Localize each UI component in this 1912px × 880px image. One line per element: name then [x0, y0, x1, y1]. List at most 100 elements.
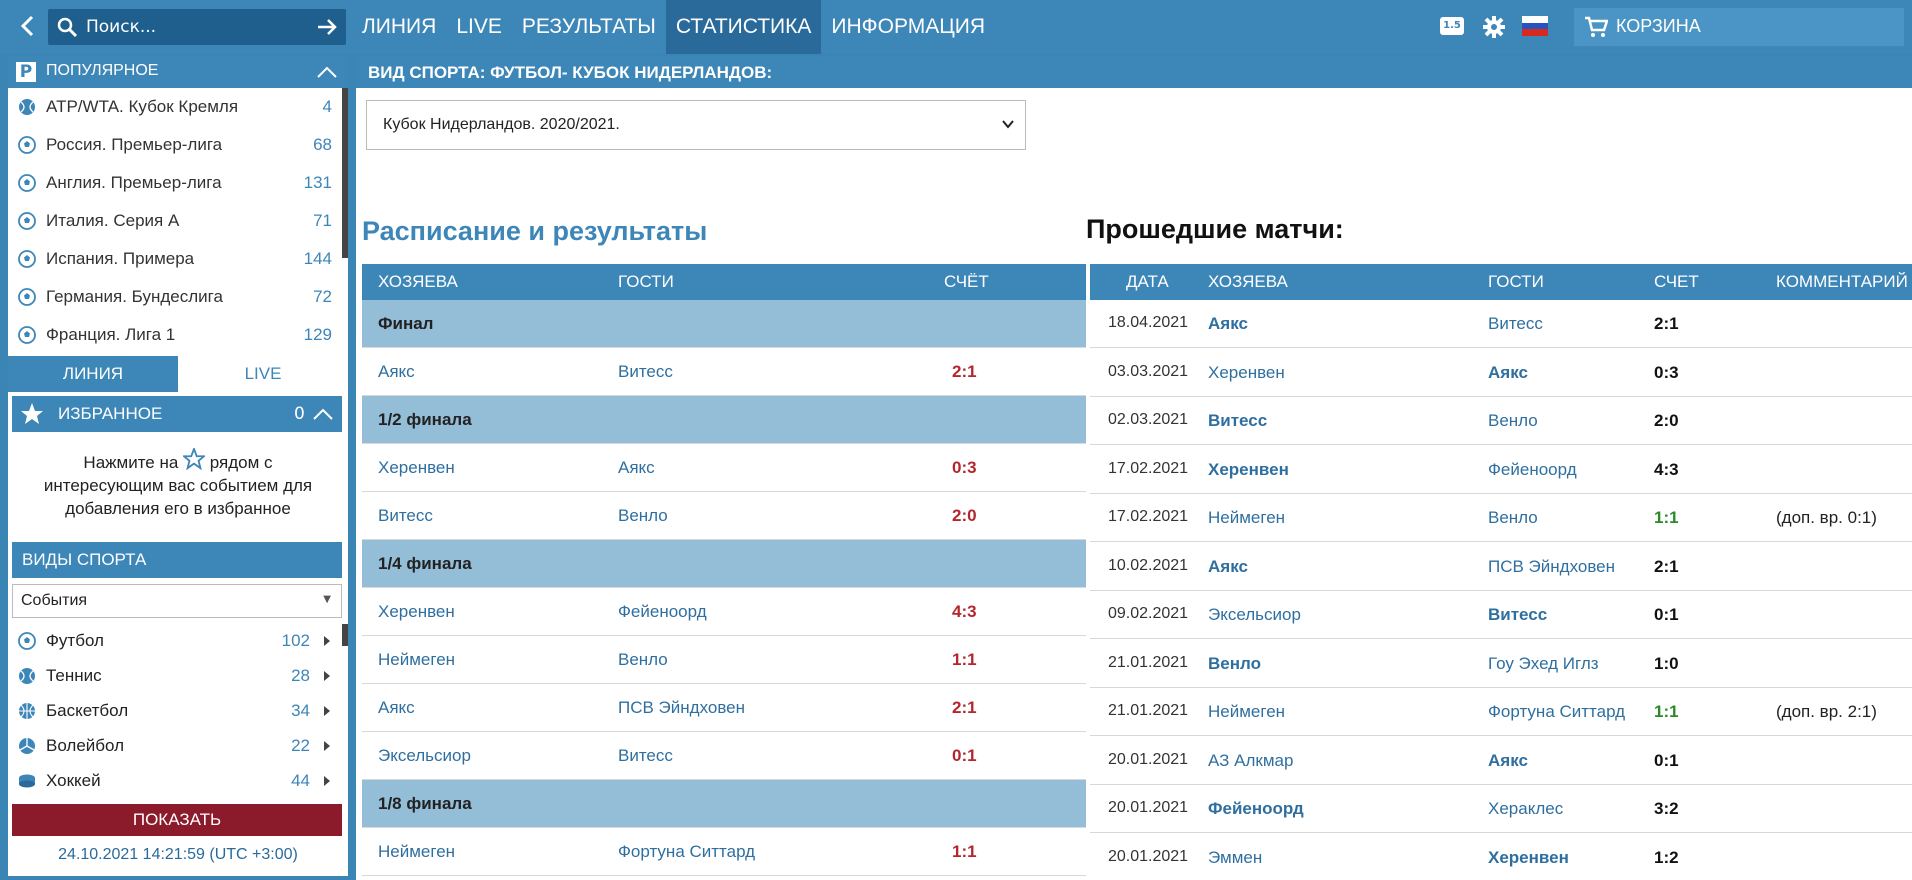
season-select[interactable]: Кубок Нидерландов. 2020/2021.: [366, 100, 1026, 150]
home-team[interactable]: Неймеген: [378, 650, 455, 670]
sport-item[interactable]: Теннис 28: [8, 659, 342, 693]
table-row[interactable]: 17.02.2021 Херенвен Фейеноорд 4:3: [1090, 446, 1912, 494]
away-team[interactable]: Витесс: [1488, 605, 1547, 625]
events-select[interactable]: События ▼: [12, 584, 342, 618]
popular-item[interactable]: Германия. Бундеслига 72: [8, 278, 342, 316]
russia-flag-icon[interactable]: [1522, 16, 1548, 36]
popular-header[interactable]: P ПОПУЛЯРНОЕ: [8, 56, 348, 88]
home-team[interactable]: Херенвен: [1208, 363, 1285, 383]
home-team[interactable]: Херенвен: [378, 458, 455, 478]
popular-item[interactable]: ATP/WTA. Кубок Кремля 4: [8, 88, 342, 126]
chevron-up-icon[interactable]: [312, 406, 334, 422]
table-row[interactable]: 21.01.2021 Венло Гоу Эхед Иглз 1:0: [1090, 640, 1912, 688]
home-team[interactable]: Херенвен: [378, 602, 455, 622]
home-team[interactable]: Витесс: [378, 506, 433, 526]
table-row[interactable]: 02.03.2021 Витесс Венло 2:0: [1090, 397, 1912, 445]
cart-button[interactable]: КОРЗИНА: [1574, 8, 1904, 46]
away-team[interactable]: ПСВ Эйндховен: [618, 698, 745, 718]
search-input[interactable]: Поиск...: [48, 9, 346, 45]
away-team[interactable]: Хераклес: [1488, 799, 1563, 819]
caret-right-icon: [324, 706, 330, 716]
home-team[interactable]: Неймеген: [1208, 702, 1285, 722]
away-team[interactable]: Венло: [1488, 508, 1538, 528]
show-button[interactable]: ПОКАЗАТЬ: [12, 804, 342, 836]
away-team[interactable]: Херенвен: [1488, 848, 1569, 868]
table-row[interactable]: Эксельсиор Витесс 0:1: [362, 732, 1086, 780]
dropdown-arrow-icon: ▼: [323, 594, 331, 605]
away-team[interactable]: Гоу Эхед Иглз: [1488, 654, 1599, 674]
sport-item[interactable]: Футбол 102: [8, 624, 342, 658]
home-team[interactable]: Фейеноорд: [1208, 799, 1304, 819]
popular-item[interactable]: Франция. Лига 1 129: [8, 316, 342, 354]
table-row[interactable]: Витесс Венло 2:0: [362, 492, 1086, 540]
home-team[interactable]: Аякс: [1208, 314, 1248, 334]
table-row[interactable]: Неймеген Венло 1:1: [362, 636, 1086, 684]
popular-item-name: Россия. Премьер-лига: [46, 135, 223, 154]
table-row[interactable]: Аякс Витесс 2:1: [362, 348, 1086, 396]
chevron-left-icon[interactable]: [14, 12, 42, 40]
home-team[interactable]: Эксельсиор: [378, 746, 471, 766]
popular-scrollbar[interactable]: [342, 88, 348, 258]
away-team[interactable]: Венло: [1488, 411, 1538, 431]
popular-item[interactable]: Англия. Премьер-лига 131: [8, 164, 342, 202]
nav-item-1[interactable]: LIVE: [446, 0, 512, 54]
chevron-up-icon[interactable]: [316, 64, 338, 80]
table-row[interactable]: 09.02.2021 Эксельсиор Витесс 0:1: [1090, 591, 1912, 639]
popular-item[interactable]: Россия. Премьер-лига 68: [8, 126, 342, 164]
away-team[interactable]: Фортуна Ситтард: [1488, 702, 1625, 722]
away-team[interactable]: Аякс: [618, 458, 655, 478]
home-team[interactable]: Витесс: [1208, 411, 1267, 431]
table-row[interactable]: Неймеген Фортуна Ситтард 1:1: [362, 828, 1086, 876]
table-row[interactable]: Аякс ПСВ Эйндховен 2:1: [362, 684, 1086, 732]
sport-item[interactable]: Волейбол 22: [8, 729, 342, 763]
nav-item-4[interactable]: ИНФОРМАЦИЯ: [821, 0, 995, 54]
sport-item[interactable]: Хоккей 44: [8, 764, 342, 798]
table-row[interactable]: 21.01.2021 Неймеген Фортуна Ситтард 1:1 (доп…: [1090, 688, 1912, 736]
home-team[interactable]: Эксельсиор: [1208, 605, 1301, 625]
tab-live[interactable]: LIVE: [178, 356, 348, 392]
nav-item-3[interactable]: СТАТИСТИКА: [665, 0, 822, 54]
table-row[interactable]: 03.03.2021 Херенвен Аякс 0:3: [1090, 349, 1912, 397]
away-team[interactable]: Витесс: [1488, 314, 1543, 334]
home-team[interactable]: Неймеген: [1208, 508, 1285, 528]
tab-line[interactable]: ЛИНИЯ: [8, 356, 178, 392]
table-row[interactable]: 17.02.2021 Неймеген Венло 1:1 (доп. вр. 0:1): [1090, 494, 1912, 542]
home-team[interactable]: Аякс: [1208, 557, 1248, 577]
home-team[interactable]: Эммен: [1208, 848, 1262, 868]
away-team[interactable]: Фортуна Ситтард: [618, 842, 755, 862]
away-team[interactable]: Венло: [618, 650, 668, 670]
popular-item[interactable]: Италия. Серия А 71: [8, 202, 342, 240]
odds-format-badge[interactable]: 1.5: [1440, 17, 1464, 35]
away-team[interactable]: Фейеноорд: [1488, 460, 1577, 480]
sport-item[interactable]: Баскетбол 34: [8, 694, 342, 728]
table-row[interactable]: 18.04.2021 Аякс Витесс 2:1: [1090, 300, 1912, 348]
gear-icon[interactable]: [1482, 15, 1506, 39]
table-row[interactable]: Херенвен Аякс 0:3: [362, 444, 1086, 492]
away-team[interactable]: Аякс: [1488, 751, 1528, 771]
home-team[interactable]: АЗ Алкмар: [1208, 751, 1293, 771]
away-team[interactable]: Витесс: [618, 362, 673, 382]
nav-item-2[interactable]: РЕЗУЛЬТАТЫ: [512, 0, 666, 54]
home-team[interactable]: Херенвен: [1208, 460, 1289, 480]
table-row[interactable]: 20.01.2021 Фейеноорд Хераклес 3:2: [1090, 785, 1912, 833]
home-team[interactable]: Аякс: [378, 698, 415, 718]
col-home: ХОЗЯЕВА: [378, 272, 458, 291]
favorites-header[interactable]: ИЗБРАННОЕ 0: [12, 396, 342, 432]
nav-item-0[interactable]: ЛИНИЯ: [352, 0, 446, 54]
popular-item[interactable]: Испания. Примера 144: [8, 240, 342, 278]
away-team[interactable]: Венло: [618, 506, 668, 526]
home-team[interactable]: Венло: [1208, 654, 1261, 674]
away-team[interactable]: ПСВ Эйндховен: [1488, 557, 1615, 577]
table-row[interactable]: 10.02.2021 Аякс ПСВ Эйндховен 2:1: [1090, 543, 1912, 591]
home-team[interactable]: Неймеген: [378, 842, 455, 862]
favorites-title: ИЗБРАННОЕ: [58, 404, 163, 423]
away-team[interactable]: Фейеноорд: [618, 602, 707, 622]
away-team[interactable]: Аякс: [1488, 363, 1528, 383]
away-team[interactable]: Витесс: [618, 746, 673, 766]
table-row[interactable]: 20.01.2021 Эммен Херенвен 1:2: [1090, 834, 1912, 880]
arrow-right-icon[interactable]: [316, 16, 338, 38]
table-row[interactable]: Херенвен Фейеноорд 4:3: [362, 588, 1086, 636]
table-row[interactable]: 20.01.2021 АЗ Алкмар Аякс 0:1: [1090, 737, 1912, 785]
home-team[interactable]: Аякс: [378, 362, 415, 382]
sports-scrollbar[interactable]: [342, 624, 348, 646]
